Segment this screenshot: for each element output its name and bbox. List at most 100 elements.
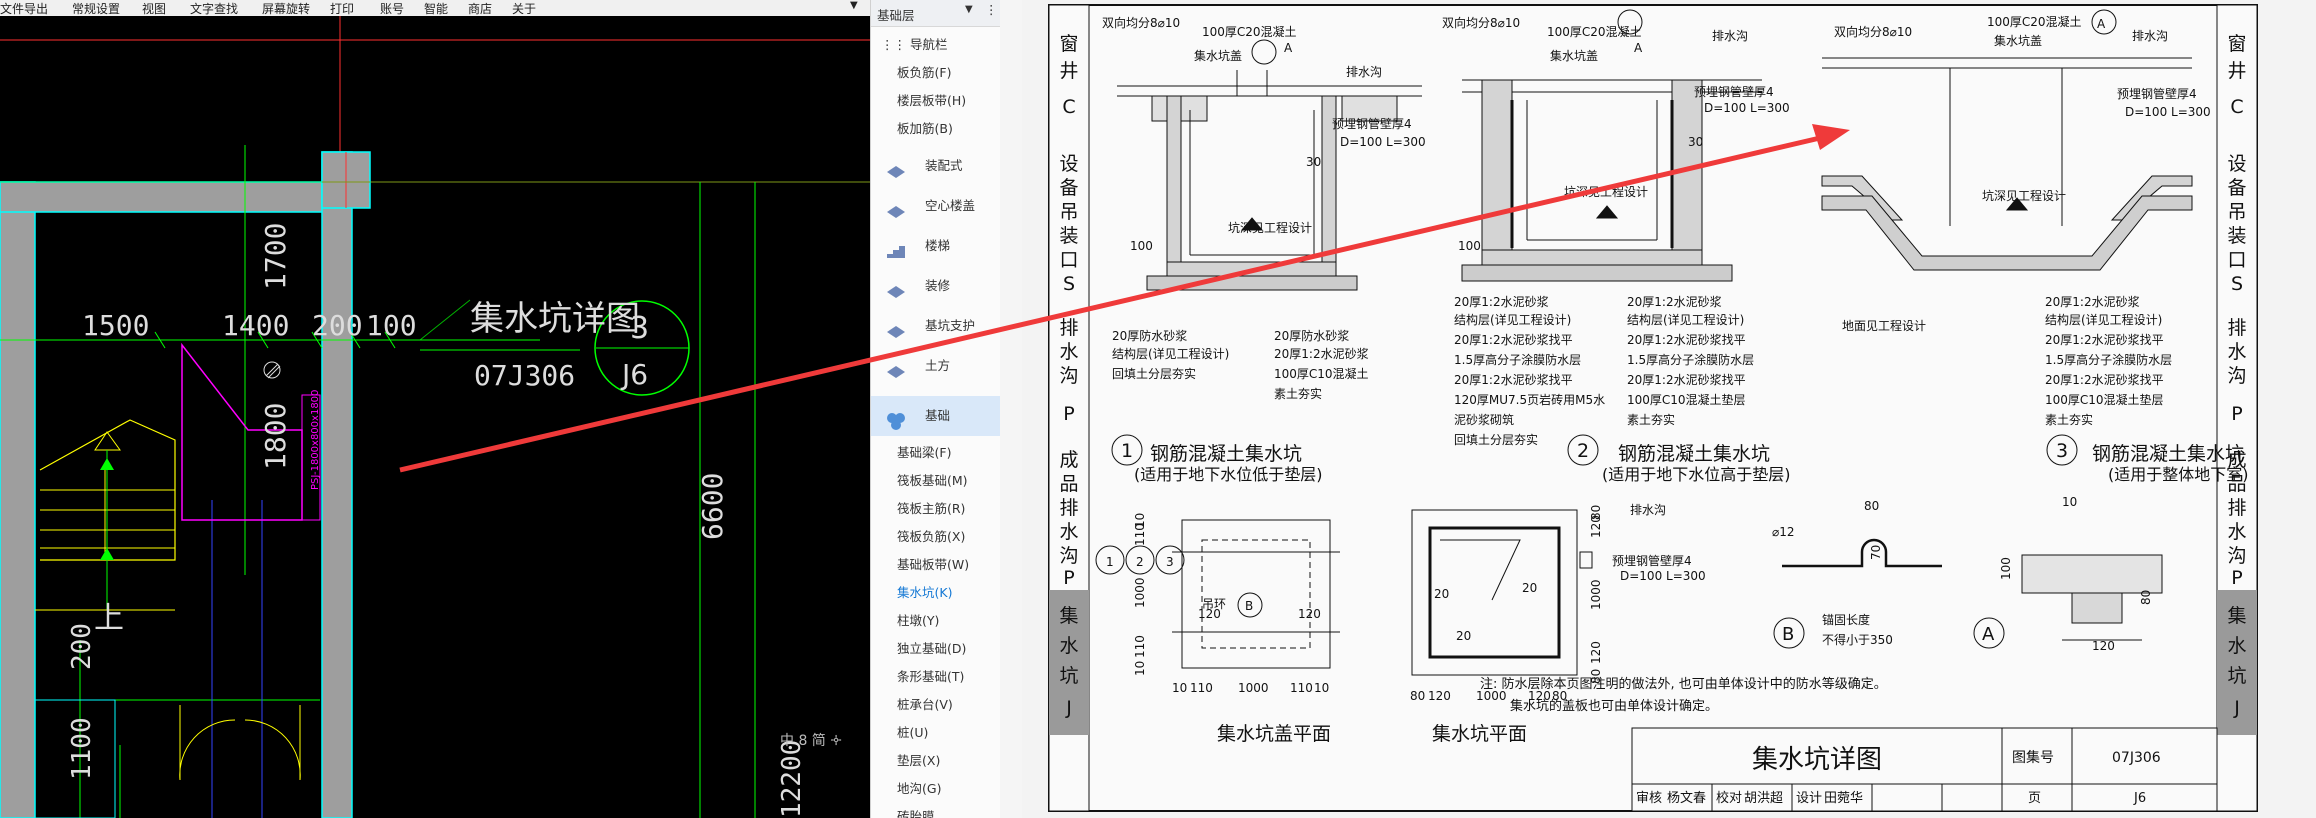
- cover-plan-title: 集水坑盖平面: [1217, 723, 1331, 745]
- svg-text:沟: 沟: [1059, 365, 1078, 387]
- menu-item-print[interactable]: 打印: [330, 0, 354, 17]
- svg-text:地面见工程设计: 地面见工程设计: [1842, 318, 1926, 333]
- svg-text:120: 120: [1589, 641, 1603, 664]
- detail-1-number: 1: [1121, 440, 1133, 462]
- menu-item-about[interactable]: 关于: [512, 0, 536, 17]
- nav-bar-label[interactable]: ⋮⋮ 导航栏: [871, 32, 1001, 58]
- pit-code-label: PSJ-1800x800x1800: [310, 390, 321, 490]
- menu-item-view[interactable]: 视图: [142, 0, 166, 17]
- panel-item-brick-mold[interactable]: 砖胎膜: [871, 804, 1001, 818]
- panel-item-pile-cap[interactable]: 桩承台(V): [871, 692, 1001, 718]
- svg-text:110: 110: [1133, 523, 1147, 546]
- svg-text:1.5厚高分子涂膜防水层: 1.5厚高分子涂膜防水层: [1454, 352, 1581, 367]
- panel-group-stair[interactable]: 楼梯: [871, 226, 1001, 266]
- svg-text:P: P: [1063, 567, 1074, 589]
- panel-item-pile[interactable]: 桩(U): [871, 720, 1001, 746]
- svg-text:吊: 吊: [1059, 201, 1078, 223]
- svg-text:沟: 沟: [1059, 545, 1078, 567]
- panel-item-raft[interactable]: 筏板基础(M): [871, 468, 1001, 494]
- svg-text:100厚C20混凝土: 100厚C20混凝土: [1987, 14, 2082, 29]
- svg-text:20厚1:2水泥砂浆: 20厚1:2水泥砂浆: [1274, 346, 1369, 361]
- panel-group-hollow-slab[interactable]: 空心楼盖: [871, 186, 1001, 226]
- svg-text:120厚MU7.5页岩砖用M5水: 120厚MU7.5页岩砖用M5水: [1454, 392, 1605, 407]
- panel-group-prefab[interactable]: 装配式: [871, 146, 1001, 186]
- menu-item-export[interactable]: 文件导出: [0, 0, 48, 17]
- svg-text:口: 口: [1059, 249, 1078, 271]
- svg-text:集水坑盖: 集水坑盖: [1550, 48, 1598, 63]
- svg-text:排: 排: [2227, 497, 2246, 519]
- menu-item-account[interactable]: 账号: [380, 0, 404, 17]
- panel-item-column-pier[interactable]: 柱墩(Y): [871, 608, 1001, 634]
- svg-text:素土夯实: 素土夯实: [1274, 386, 1322, 401]
- floor-dropdown-icon[interactable]: ▼: [965, 4, 973, 15]
- panel-item-foundation-strip[interactable]: 基础板带(W): [871, 552, 1001, 578]
- svg-text:3: 3: [1166, 555, 1174, 569]
- svg-text:设: 设: [1059, 153, 1078, 175]
- panel-header: 基础层 ▼ ⋮: [871, 0, 1001, 27]
- svg-text:D=100 L=300: D=100 L=300: [1340, 135, 1426, 149]
- svg-text:井: 井: [1059, 60, 1078, 82]
- dim-1400: 1400: [222, 309, 289, 342]
- menu-item-settings[interactable]: 常规设置: [72, 0, 120, 17]
- title-block-title: 集水坑详图: [1752, 745, 1882, 775]
- svg-text:窗: 窗: [2227, 33, 2246, 55]
- panel-group-foundation[interactable]: 基础: [871, 396, 1001, 436]
- panel-item-sump-pit[interactable]: 集水坑(K): [871, 580, 1001, 606]
- menu-item-find[interactable]: 文字查找: [190, 0, 238, 17]
- svg-text:水: 水: [2227, 635, 2246, 657]
- check-label: 校对: [1716, 790, 1742, 806]
- panel-item-cushion[interactable]: 垫层(X): [871, 748, 1001, 774]
- panel-item-trench[interactable]: 地沟(G): [871, 776, 1001, 802]
- panel-item-isolated-footing[interactable]: 独立基础(D): [871, 636, 1001, 662]
- svg-text:70: 70: [1869, 545, 1883, 560]
- detail-2-number: 2: [1577, 440, 1589, 462]
- panel-item-raft-main-rebar[interactable]: 筏板主筋(R): [871, 496, 1001, 522]
- menu-item-smart[interactable]: 智能: [424, 0, 448, 17]
- svg-text:集水坑盖: 集水坑盖: [1194, 48, 1242, 63]
- dim-1500: 1500: [82, 309, 149, 342]
- svg-text:品: 品: [1059, 473, 1078, 495]
- panel-item-floor-strip[interactable]: 楼层板带(H): [871, 88, 1001, 114]
- svg-text:结构层(详见工程设计): 结构层(详见工程设计): [2045, 312, 2162, 327]
- panel-item-foundation-beam[interactable]: 基础梁(F): [871, 440, 1001, 466]
- panel-menu-icon[interactable]: ⋮: [985, 2, 998, 17]
- menu-bar: 文件导出 常规设置 视图 文字查找 屏幕旋转 打印 账号 智能 商店 关于 ▼: [0, 0, 870, 16]
- menu-item-store[interactable]: 商店: [468, 0, 492, 17]
- svg-text:120: 120: [1428, 689, 1451, 703]
- wall-right: [321, 151, 353, 818]
- svg-text:100: 100: [1999, 557, 2013, 580]
- cad-drawing: 1500 1400 200 100 1700 1800 6600 200 110…: [0, 16, 870, 818]
- cad-canvas[interactable]: 1500 1400 200 100 1700 1800 6600 200 110…: [0, 16, 870, 818]
- svg-text:坑深见工程设计: 坑深见工程设计: [1982, 188, 2066, 203]
- detail-3-subtitle: (适用于整体地下室): [2108, 465, 2249, 484]
- svg-text:20: 20: [1434, 587, 1449, 601]
- floor-selector[interactable]: 基础层: [877, 5, 915, 24]
- panel-group-pit-support[interactable]: 基坑支护: [871, 306, 1001, 346]
- design-name: 田菀华: [1824, 791, 1863, 806]
- hollow-slab-icon: [885, 196, 907, 218]
- panel-item-slab-neg-rebar[interactable]: 板负筋(F): [871, 60, 1001, 86]
- svg-text:⌀12: ⌀12: [1772, 525, 1795, 539]
- panel-group-earthwork[interactable]: 土方: [871, 346, 1001, 386]
- review-name: 杨文春: [1667, 791, 1706, 806]
- svg-text:10: 10: [2062, 495, 2077, 509]
- svg-text:排: 排: [1059, 317, 1078, 339]
- panel-item-raft-neg-rebar[interactable]: 筏板负筋(X): [871, 524, 1001, 550]
- panel-item-strip-footing[interactable]: 条形基础(T): [871, 664, 1001, 690]
- svg-text:沟: 沟: [2227, 365, 2246, 387]
- svg-text:20厚1:2水泥砂浆: 20厚1:2水泥砂浆: [1627, 294, 1722, 309]
- detail-2-subtitle: (适用于地下水位高于垫层): [1602, 465, 1791, 484]
- svg-text:10: 10: [1314, 681, 1329, 695]
- svg-text:80: 80: [1410, 689, 1425, 703]
- svg-text:D=100 L=300: D=100 L=300: [1620, 569, 1706, 583]
- menu-dropdown-icon[interactable]: ▼: [850, 0, 858, 11]
- svg-text:结构层(详见工程设计): 结构层(详见工程设计): [1112, 346, 1229, 361]
- menu-item-rotate[interactable]: 屏幕旋转: [262, 0, 310, 17]
- svg-text:集: 集: [1059, 605, 1078, 627]
- svg-text:20厚防水砂浆: 20厚防水砂浆: [1274, 328, 1349, 343]
- panel-item-slab-added-rebar[interactable]: 板加筋(B): [871, 116, 1001, 142]
- dim-200-vertical: 200: [67, 623, 97, 670]
- check-name: 胡洪超: [1744, 791, 1783, 806]
- panel-group-decoration[interactable]: 装修: [871, 266, 1001, 306]
- svg-text:30: 30: [1688, 135, 1703, 149]
